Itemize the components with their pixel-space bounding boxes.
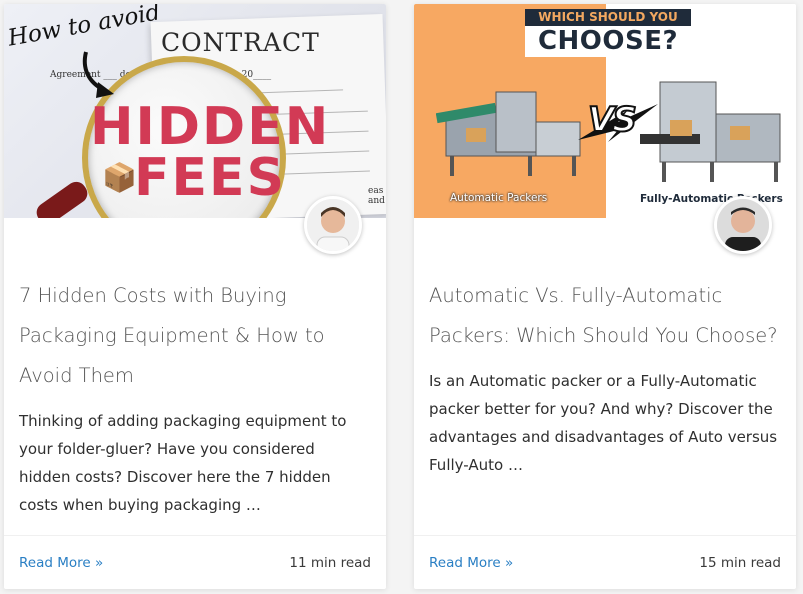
read-time: 11 min read	[289, 555, 371, 571]
which-should-you-banner: WHICH SHOULD YOU	[525, 9, 691, 26]
post-meta: Read More » 11 min read	[4, 535, 386, 589]
post-title[interactable]: 7 Hidden Costs with Buying Packaging Equ…	[19, 276, 375, 396]
arrow-icon	[82, 51, 114, 98]
contract-side-text: eas and	[368, 186, 385, 206]
post-title[interactable]: Automatic Vs. Fully-Automatic Packers: W…	[429, 276, 785, 356]
how-to-avoid-text: How to avoid	[6, 4, 163, 52]
box-download-icon: 📦	[102, 161, 137, 194]
magnifier-handle	[32, 177, 92, 218]
automatic-packers-caption: Automatic Packers	[450, 192, 548, 204]
author-avatar[interactable]	[714, 196, 772, 254]
contract-heading: CONTRACT	[161, 28, 320, 57]
post-thumbnail[interactable]: VS WHICH SHOULD YOU CHOOSE? Automatic Pa…	[414, 4, 796, 218]
read-time: 15 min read	[699, 555, 781, 571]
post-excerpt: Is an Automatic packer or a Fully-Automa…	[429, 372, 778, 474]
post-meta: Read More » 15 min read	[414, 535, 796, 589]
read-more-link[interactable]: Read More »	[429, 555, 513, 571]
post-card: CONTRACT Agreement ___ de the ____ day o…	[4, 4, 386, 589]
automatic-packer-machine-icon	[436, 91, 581, 176]
post-thumbnail[interactable]: CONTRACT Agreement ___ de the ____ day o…	[4, 4, 386, 218]
choose-banner: CHOOSE?	[525, 26, 691, 57]
post-card: VS WHICH SHOULD YOU CHOOSE? Automatic Pa…	[414, 4, 796, 589]
post-excerpt: Thinking of adding packaging equipment t…	[19, 412, 347, 514]
person-avatar-icon	[307, 199, 359, 251]
fees-word: FEES	[134, 148, 287, 208]
person-avatar-icon	[717, 199, 769, 251]
author-avatar[interactable]	[304, 196, 362, 254]
read-more-link[interactable]: Read More »	[19, 555, 103, 571]
fully-automatic-packer-machine-icon	[640, 81, 781, 182]
vs-label: VS	[587, 99, 638, 141]
